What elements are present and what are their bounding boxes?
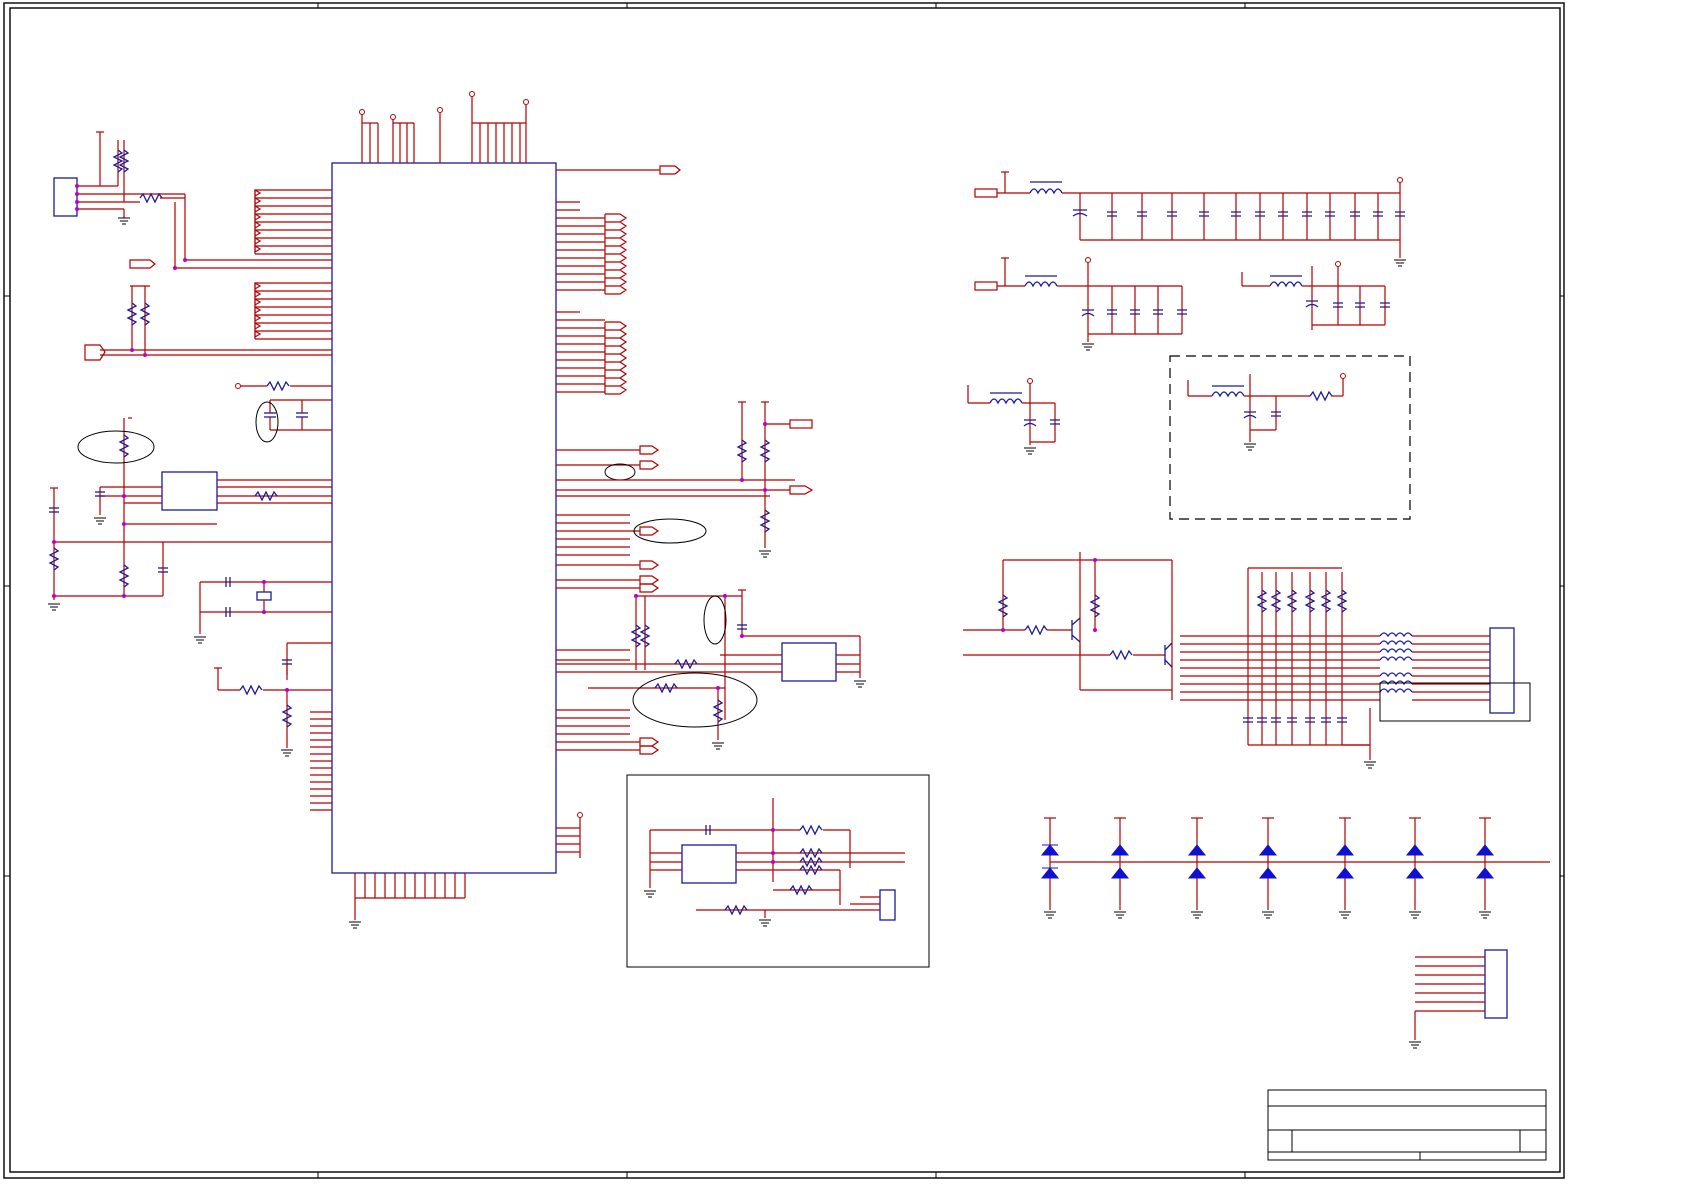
esd-diode-4 [1258,817,1278,910]
main-ic-bottom-pins [354,873,466,920]
power-filter-third [1241,261,1390,330]
main-ic-top-pins [359,91,529,163]
resistor-ferrite-array [1180,567,1531,769]
esd-diode-array [1040,817,1550,919]
sheet-frame [3,2,1565,1179]
power-filter-top [974,171,1406,267]
esd-diode-3 [1187,817,1207,910]
transistor-section [963,552,1173,700]
crystal-oscillator [194,577,332,644]
schematic-sheet [0,0,1684,1190]
main-ic-ground [349,921,361,929]
power-filter-second [974,257,1187,351]
top-left-connector [53,131,332,270]
bottom-right-connector [1409,949,1508,1049]
right-bus-middle [556,311,628,395]
cap-pair-circled [255,399,332,443]
right-bus-upper [556,201,628,295]
schematic-drawing [3,2,1565,1179]
series-resistor-385 [235,380,332,392]
decoupling-cap-array [1107,193,1405,240]
main-ic [331,162,557,874]
optional-block-dashed [1169,355,1411,520]
left-mid-ic [77,417,332,596]
esd-diode-6 [1405,817,1425,910]
right-mid-ic [556,589,866,755]
reset-network [214,642,332,757]
right-signal-outputs [556,445,814,661]
power-filter-small [967,378,1060,455]
left-bus-middle [254,281,332,340]
boxed-subcircuit [626,774,930,968]
title-block [1267,1089,1547,1161]
esd-diode-1 [1040,817,1060,910]
esd-diode-2 [1110,817,1130,910]
esd-diode-7 [1475,817,1495,910]
esd-diode-5 [1335,817,1355,910]
left-lower-bus [310,711,332,811]
left-bus-upper [254,188,332,255]
right-bottom-pins [556,812,583,858]
left-lower-network [48,487,332,611]
right-top-output [556,165,681,175]
